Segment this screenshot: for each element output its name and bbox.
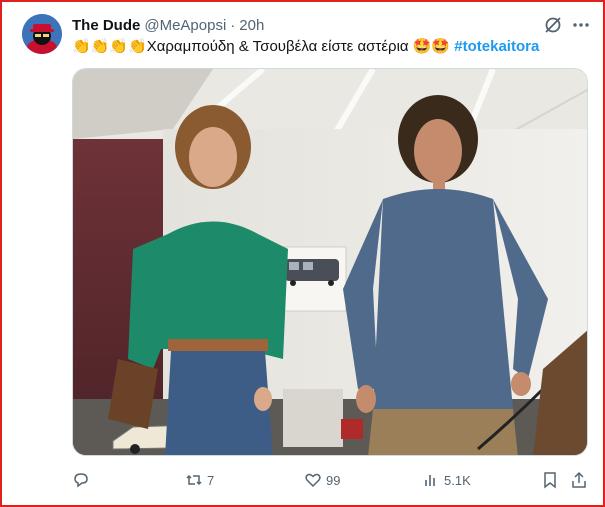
clap-emojis: 👏👏👏👏 [72, 38, 147, 55]
retweet-icon [186, 474, 202, 486]
views-button[interactable]: 5.1K [422, 470, 471, 490]
grok-icon[interactable] [543, 15, 563, 35]
like-button[interactable]: 99 [304, 470, 340, 490]
retweet-button[interactable]: 7 [185, 470, 214, 490]
tweet-header: The Dude @MeApopsi · 20h [72, 15, 264, 35]
author-name[interactable]: The Dude [72, 17, 140, 34]
avatar-image [22, 14, 62, 54]
like-icon [305, 473, 321, 488]
tweet-media-image[interactable] [72, 68, 588, 456]
tweet-text: 👏👏👏👏Χαραμπούδη & Τσουβέλα είστε αστέρια … [72, 37, 539, 57]
author-handle[interactable]: @MeApopsi [144, 17, 226, 34]
separator-dot: · [230, 16, 236, 34]
bookmark-icon [544, 472, 556, 489]
hashtag-link[interactable]: #totekaitora [454, 38, 539, 55]
views-icon [425, 475, 435, 486]
share-button[interactable] [570, 470, 588, 490]
share-icon [572, 471, 586, 488]
bookmark-button[interactable] [541, 470, 559, 490]
more-icon[interactable] [571, 15, 591, 35]
reply-button[interactable] [72, 470, 94, 490]
retweet-count: 7 [207, 472, 215, 488]
avatar[interactable] [22, 14, 62, 54]
action-bar: 7 99 5.1K [72, 470, 592, 490]
tweet-body: Χαραμπούδη & Τσουβέλα είστε αστέρια [146, 38, 413, 55]
tweet-time[interactable]: 20h [239, 17, 264, 34]
like-count: 99 [326, 472, 341, 488]
views-count: 5.1K [444, 472, 471, 488]
reply-icon [74, 473, 88, 488]
star-eyes-emojis: 🤩🤩 [412, 38, 451, 55]
